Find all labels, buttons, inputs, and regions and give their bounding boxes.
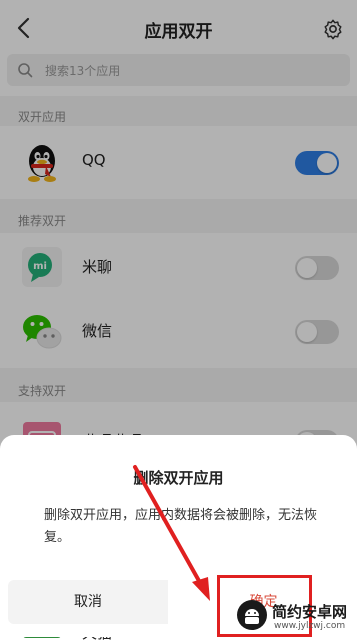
watermark-text: 简约安卓网 (272, 603, 348, 621)
annotation-arrow (133, 465, 210, 601)
watermark: 简约安卓网 www.jylzwj.com (232, 595, 357, 637)
watermark-url: www.jylzwj.com (274, 621, 346, 631)
android-logo-icon (237, 600, 267, 630)
